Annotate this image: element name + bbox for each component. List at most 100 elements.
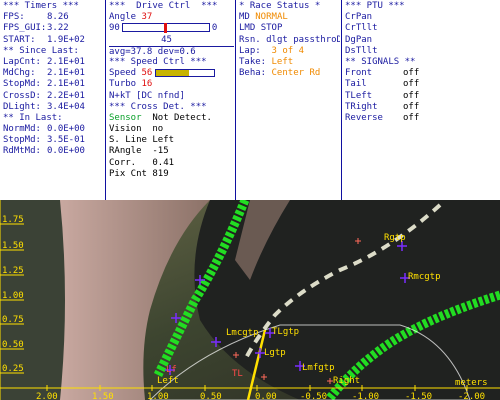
angle-value: 37 [141, 12, 153, 23]
mdchg-label: MdChg: [3, 68, 36, 79]
since-last-header: ** Since Last: [3, 45, 79, 56]
rdmtmd-value: 0.0E+00 [47, 146, 85, 157]
x-tick-5: 0.00 [255, 392, 277, 400]
start-label: START: [3, 34, 36, 45]
lapcnt-label: LapCnt: [3, 56, 41, 67]
label-tlgtp: TLgtp [272, 327, 299, 337]
stopmd2-label: StopMd: [3, 135, 41, 146]
mdchg-value: 2.1E+01 [47, 68, 85, 79]
slider-min-label: 90 [109, 23, 120, 34]
slider-max-label: 0 [211, 23, 218, 34]
x-tick-1: 2.00 [36, 392, 58, 400]
nkt-status: N+kT [DC nfnd] [109, 90, 185, 101]
corr-value: 0.41 [152, 157, 175, 168]
rangle-value: -15 [152, 146, 169, 157]
md-value: NORMAL [255, 12, 288, 23]
signal-reverse-label: Reverse [345, 112, 383, 123]
md-label: MD [239, 12, 250, 23]
angle-dev: dev=0.6 [157, 46, 196, 57]
signal-front-label: Front [345, 68, 373, 79]
dlight-value: 3.4E+04 [47, 101, 85, 112]
angle-slider-knob[interactable] [164, 23, 168, 34]
speed-value: 56 [141, 68, 153, 79]
drive-header: *** Drive Ctrl *** [109, 1, 218, 11]
camera-view[interactable]: Rgtp Rmcgtp Lmcgtp TLgtp Lgtp Lmfgtp Lef… [0, 200, 500, 400]
angle-slider[interactable] [121, 23, 210, 34]
fps-gui-value: 3.22 [47, 23, 69, 34]
timers-header: *** Timers *** [3, 1, 79, 11]
ptu-item-crpan[interactable]: CrPan [345, 12, 500, 23]
label-rmcgtp: Rmcgtp [408, 272, 441, 282]
sline-value: Left [152, 135, 175, 146]
drive-panel: *** Drive Ctrl *** Angle 37 90 0 45 avg=3… [106, 0, 234, 200]
signal-tright-state: off [403, 101, 420, 112]
telemetry-panel: *** Timers *** FPS: 8.26 FPS_GUI: 3.22 STA… [0, 0, 500, 200]
pixcnt-label: Pix Cnt [109, 168, 147, 179]
turbo-label: Turbo [109, 79, 137, 90]
fps-value: 8.26 [47, 12, 69, 23]
signal-tleft-state: off [403, 90, 420, 101]
label-lmfgtp: Lmfgtp [302, 363, 335, 373]
label-right: Right [333, 376, 360, 386]
label-rgtp: Rgtp [384, 233, 406, 243]
take-value: Left [271, 56, 294, 67]
sensor-label: Sensor [109, 112, 142, 123]
signal-tright-label: TRight [345, 101, 378, 112]
signal-tleft-label: TLeft [345, 90, 373, 101]
signal-tail-label: Tail [345, 79, 367, 90]
stopmd2-value: 3.5E-01 [47, 135, 85, 146]
pixcnt-value: 819 [152, 168, 169, 179]
dlight-label: DLight: [3, 101, 41, 112]
stopmd-value: 2.1E+01 [47, 79, 85, 90]
x-tick-6: -0.50 [300, 392, 327, 400]
x-tick-8: -1.50 [405, 392, 432, 400]
angle-avg: avg=37.8 [109, 46, 153, 57]
ptu-panel: *** PTU *** CrPan CrTllt DgPan DsTllt **… [342, 0, 500, 200]
lmd-label: LMD [239, 23, 256, 34]
crossd-label: CrossD: [3, 90, 41, 101]
signal-reverse-state: off [403, 112, 420, 123]
race-status-header: * Race Status * [239, 1, 321, 11]
x-tick-7: -1.00 [352, 392, 379, 400]
vision-label: Vision [109, 124, 142, 135]
fps-gui-label: FPS_GUI: [3, 23, 47, 34]
speed-header: *** Speed Ctrl *** [109, 56, 207, 67]
rangle-label: RAngle [109, 146, 142, 157]
rsn-value: dlgt passthroDgR [266, 34, 340, 45]
sensor-value: Not Detect. [152, 112, 212, 123]
lap-value: 3 of 4 [271, 45, 305, 56]
speed-label: Speed [109, 68, 137, 79]
crossd-value: 2.2E+01 [47, 90, 85, 101]
in-last-header: ** In Last: [3, 112, 63, 123]
label-left: Left [157, 376, 179, 386]
turbo-value: 16 [141, 79, 153, 90]
x-axis-unit: meters [455, 378, 488, 388]
beha-label: Beha: [239, 68, 267, 79]
start-value: 1.9E+02 [47, 34, 85, 45]
ptu-item-crtilt[interactable]: CrTllt [345, 23, 500, 34]
speed-bar [155, 68, 216, 77]
label-tl: TL [232, 369, 243, 379]
corr-label: Corr. [109, 157, 137, 168]
ptu-item-dgpan[interactable]: DgPan [345, 35, 500, 46]
slider-mid-label: 45 [161, 34, 172, 45]
label-lf: Lf [166, 365, 177, 375]
signal-front-state: off [403, 68, 420, 79]
timers-panel: *** Timers *** FPS: 8.26 FPS_GUI: 3.22 STA… [0, 0, 104, 200]
ptu-item-dstilt[interactable]: DsTllt [345, 46, 500, 57]
rsn-label: Rsn. [239, 34, 261, 45]
x-tick-3: 1.00 [147, 392, 169, 400]
angle-label: Angle [109, 12, 137, 23]
speed-bar-fill [156, 69, 189, 76]
sline-label: S. Line [109, 135, 147, 146]
lap-label: Lap: [239, 45, 261, 56]
label-lmcgtp: Lmcgtp [226, 328, 259, 338]
rdmtmd-label: RdMtMd: [3, 146, 41, 157]
normmd-value: 0.0E+00 [47, 124, 85, 135]
ptu-header: *** PTU *** [345, 1, 405, 11]
x-tick-9: -2.00 [458, 392, 485, 400]
fps-label: FPS: [3, 12, 25, 23]
lmd-value: STOP [260, 23, 283, 34]
vision-value: no [152, 124, 164, 135]
cross-det-header: *** Cross Det. *** [109, 101, 207, 112]
